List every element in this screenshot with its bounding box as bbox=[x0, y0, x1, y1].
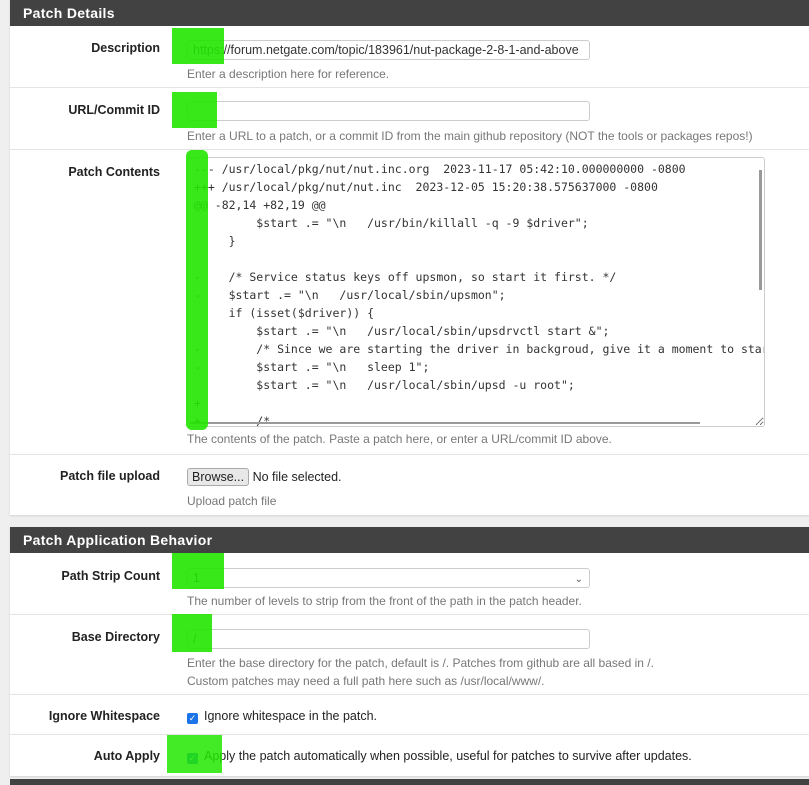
next-panel-header bbox=[10, 779, 809, 785]
base-dir-label: Base Directory bbox=[71, 630, 160, 644]
patch-contents-textarea[interactable]: --- /usr/local/pkg/nut/nut.inc.org 2023-… bbox=[187, 157, 765, 427]
behavior-panel: Patch Application Behavior Path Strip Co… bbox=[10, 527, 809, 776]
auto-apply-row: Auto Apply ✓Apply the patch automaticall… bbox=[10, 735, 809, 777]
highlight-mark bbox=[172, 614, 212, 652]
path-strip-row: Path Strip Count 1 ⌄ The number of level… bbox=[10, 553, 809, 615]
upload-status: No file selected. bbox=[252, 470, 342, 484]
description-help: Enter a description here for reference. bbox=[187, 67, 390, 81]
patch-details-panel: Patch Details Description https://forum.… bbox=[10, 0, 809, 515]
base-dir-row: Base Directory / Enter the base director… bbox=[10, 615, 809, 695]
auto-apply-text: Apply the patch automatically when possi… bbox=[204, 749, 692, 763]
upload-label: Patch file upload bbox=[59, 469, 160, 483]
panel-header: Patch Application Behavior bbox=[10, 527, 809, 553]
base-dir-help-2: Custom patches may need a full path here… bbox=[187, 674, 545, 688]
highlight-mark bbox=[167, 735, 222, 773]
patch-contents-help: The contents of the patch. Paste a patch… bbox=[187, 432, 612, 446]
highlight-mark bbox=[186, 150, 208, 430]
ignore-ws-text: Ignore whitespace in the patch. bbox=[204, 709, 378, 723]
url-row: URL/Commit ID Enter a URL to a patch, or… bbox=[10, 88, 809, 150]
horizontal-scrollbar[interactable] bbox=[190, 422, 700, 424]
url-label: URL/Commit ID bbox=[68, 103, 160, 117]
base-dir-input[interactable]: / bbox=[187, 629, 590, 649]
patch-contents-label: Patch Contents bbox=[68, 165, 160, 179]
path-strip-label: Path Strip Count bbox=[61, 569, 160, 583]
upload-row: Patch file upload Browse... No file sele… bbox=[10, 455, 809, 515]
path-strip-select[interactable]: 1 ⌄ bbox=[187, 568, 590, 588]
description-row: Description https://forum.netgate.com/to… bbox=[10, 26, 809, 88]
description-input[interactable]: https://forum.netgate.com/topic/183961/n… bbox=[187, 40, 590, 60]
base-dir-help-1: Enter the base directory for the patch, … bbox=[187, 656, 654, 670]
patch-contents-row: Patch Contents --- /usr/local/pkg/nut/nu… bbox=[10, 150, 809, 455]
url-input[interactable] bbox=[187, 101, 590, 121]
browse-button[interactable]: Browse... bbox=[187, 468, 250, 486]
path-strip-help: The number of levels to strip from the f… bbox=[187, 594, 582, 608]
upload-help: Upload patch file bbox=[187, 494, 277, 508]
url-help: Enter a URL to a patch, or a commit ID f… bbox=[187, 129, 753, 143]
chevron-down-icon: ⌄ bbox=[574, 574, 583, 585]
highlight-mark bbox=[172, 28, 224, 64]
highlight-mark bbox=[172, 553, 224, 589]
panel-header: Patch Details bbox=[10, 0, 809, 26]
ignore-ws-row: Ignore Whitespace ✓ Ignore whitespace in … bbox=[10, 695, 809, 735]
description-label: Description bbox=[91, 41, 160, 55]
ignore-ws-checkbox[interactable]: ✓ bbox=[187, 713, 198, 724]
vertical-scrollbar[interactable] bbox=[759, 170, 762, 290]
highlight-mark bbox=[172, 92, 217, 128]
auto-apply-label: Auto Apply bbox=[93, 749, 160, 763]
ignore-ws-label: Ignore Whitespace bbox=[48, 709, 160, 723]
